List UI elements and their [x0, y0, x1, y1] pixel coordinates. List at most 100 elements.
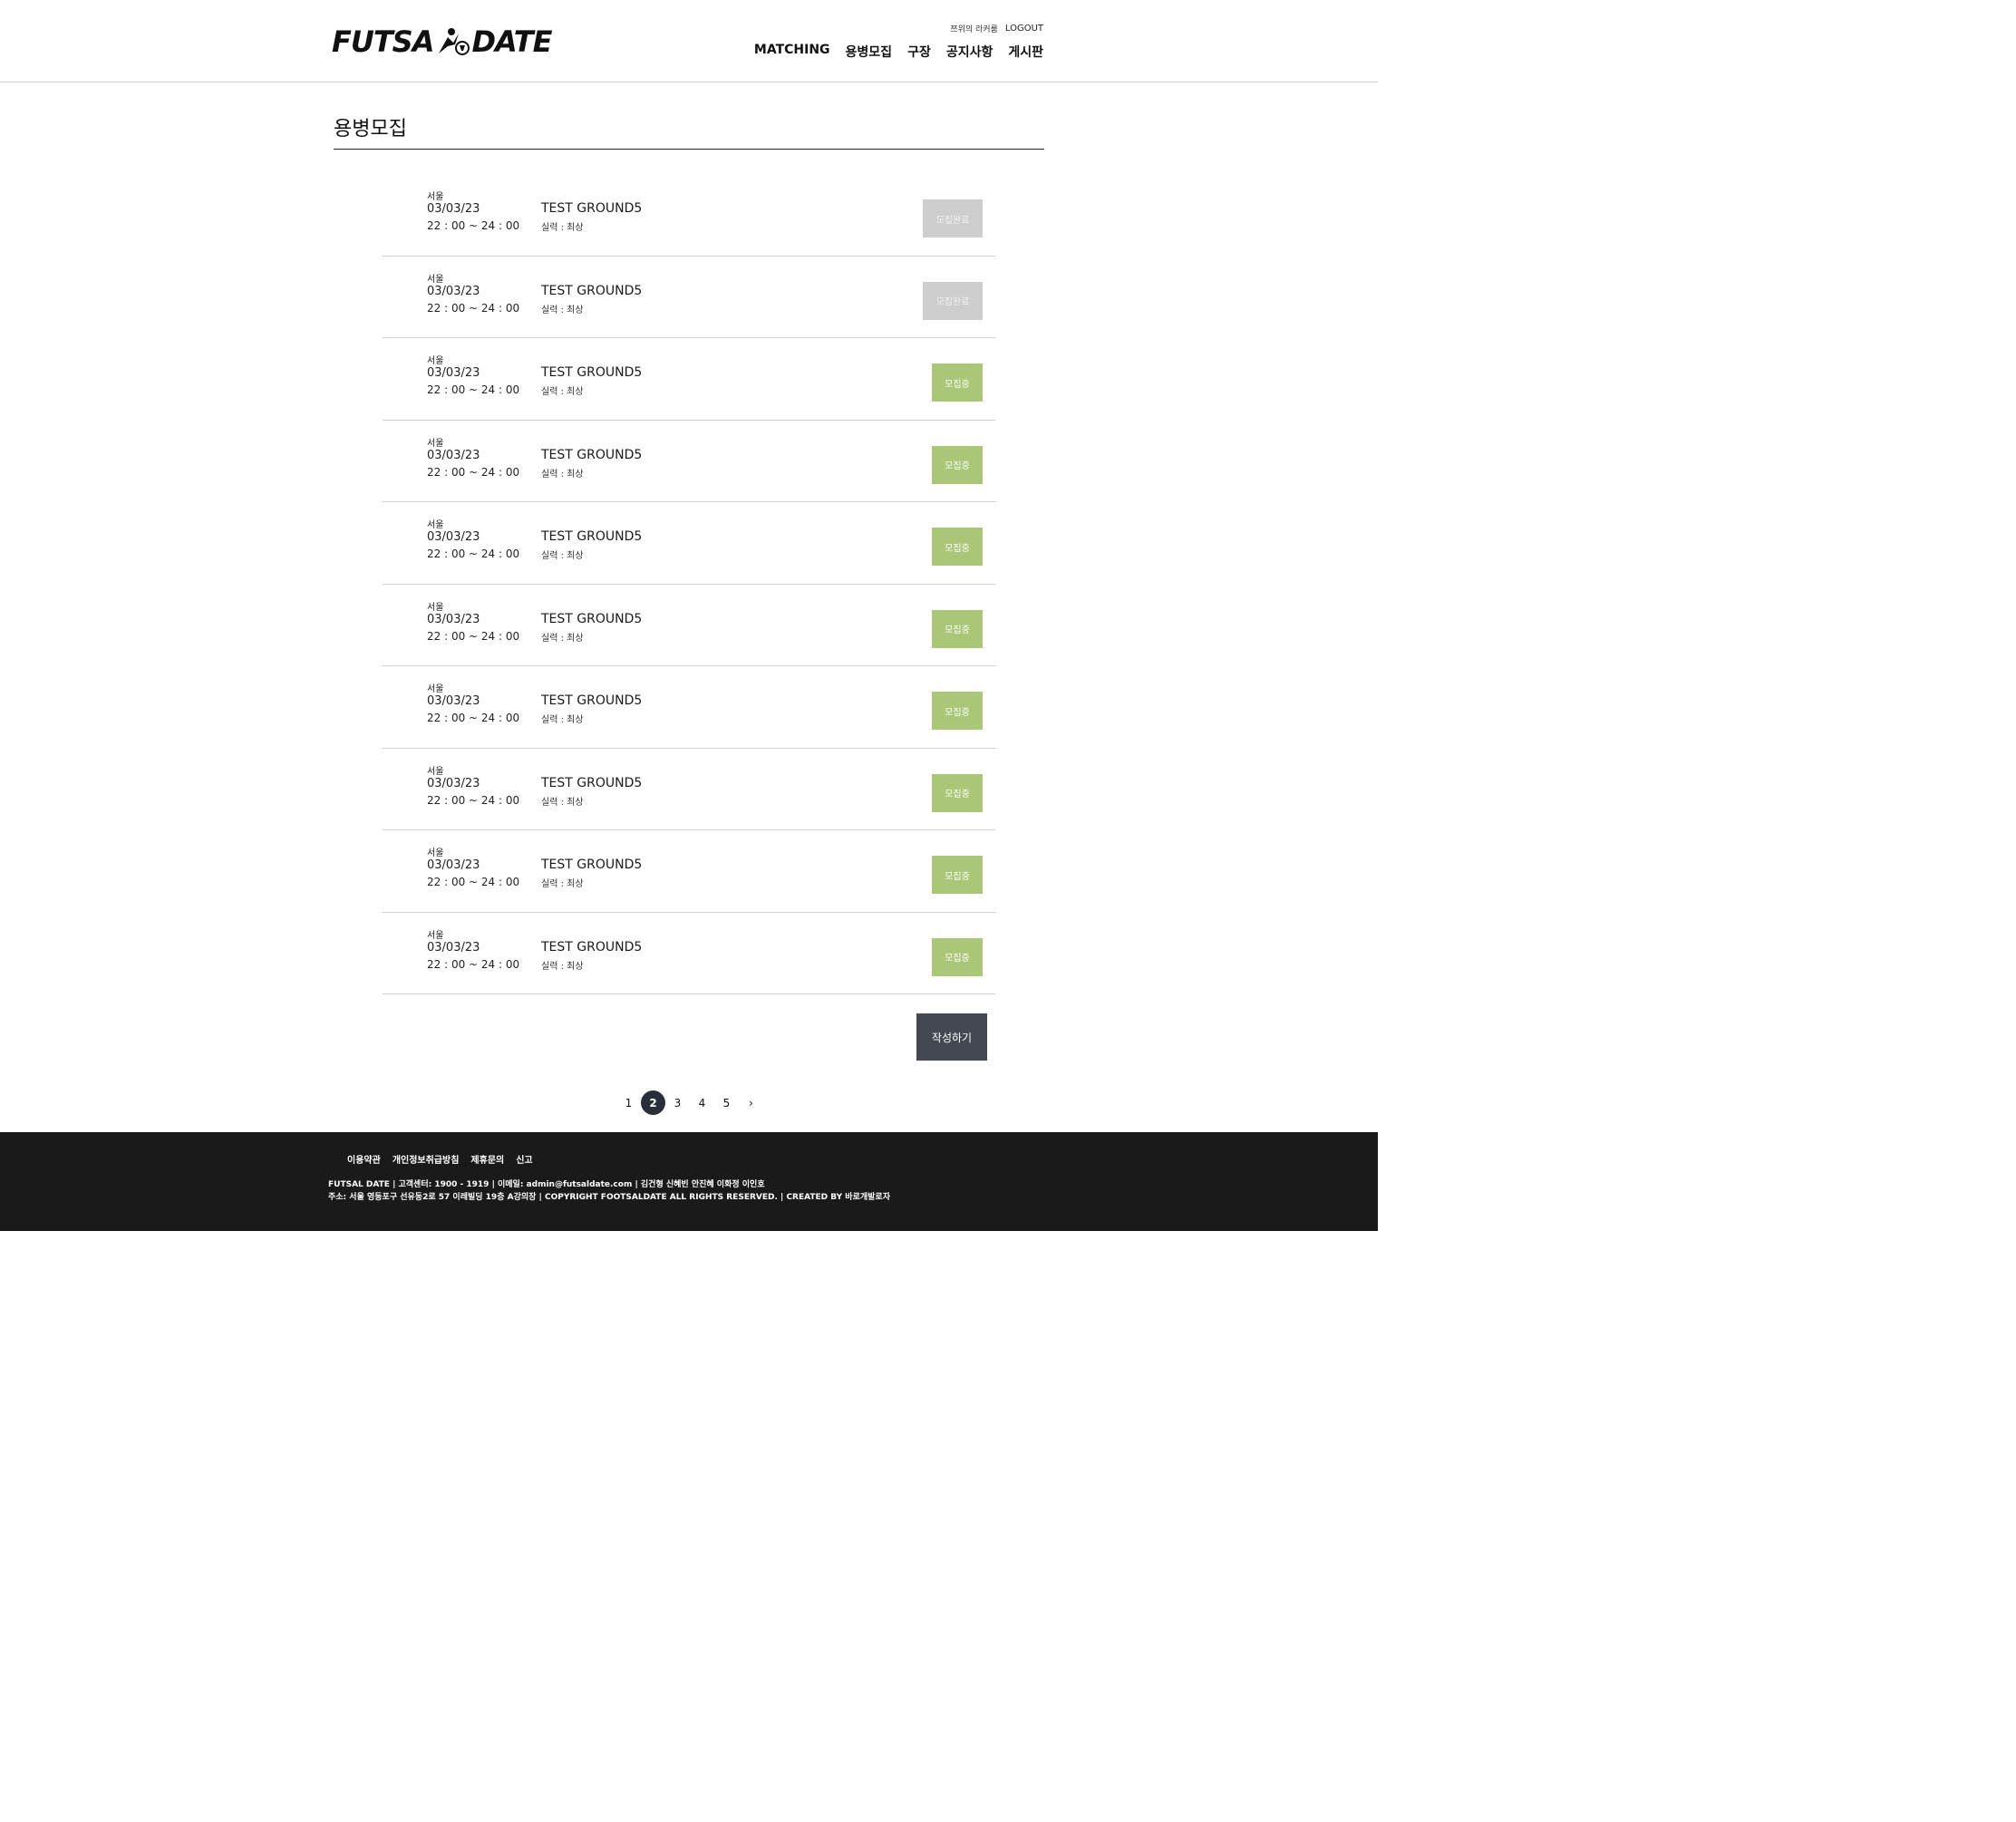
status-button[interactable]: 모집중 — [932, 692, 983, 730]
ground-name[interactable]: TEST GROUND5 — [541, 365, 642, 380]
logo-text-right: DATE — [471, 24, 552, 59]
list-item[interactable]: 서울 03/03/23 22 : 00 ~ 24 : 00 TEST GROUN… — [383, 913, 995, 994]
match-time: 22 : 00 ~ 24 : 00 — [427, 876, 520, 888]
status-button[interactable]: 모집중 — [932, 528, 983, 566]
skill-level: 실력 : 최상 — [541, 961, 584, 972]
list-item[interactable]: 서울 03/03/23 22 : 00 ~ 24 : 00 TEST GROUN… — [383, 257, 995, 338]
match-time: 22 : 00 ~ 24 : 00 — [427, 465, 520, 479]
site-logo[interactable]: FUTSA DATE — [332, 24, 552, 60]
footer-partnership-link[interactable]: 제휴문의 — [470, 1152, 504, 1166]
match-date: 03/03/23 — [427, 530, 480, 544]
main-nav: MATCHING 용병모집 구장 공지사항 게시판 — [754, 43, 1043, 61]
match-time: 22 : 00 ~ 24 : 00 — [427, 712, 520, 724]
page-link-5[interactable]: 5 — [714, 1090, 739, 1115]
region: 서울 — [427, 438, 444, 449]
skill-level: 실력 : 최상 — [541, 387, 584, 397]
skill-level: 실력 : 최상 — [541, 305, 584, 315]
status-button[interactable]: 모집중 — [932, 609, 983, 648]
status-button[interactable]: 모집중 — [932, 937, 983, 976]
utility-links: 쯔위의 라커룸 LOGOUT — [950, 23, 1043, 34]
skill-level: 실력 : 최상 — [541, 223, 584, 233]
region: 서울 — [427, 274, 444, 285]
page-title: 용병모집 — [334, 118, 407, 141]
match-date: 03/03/23 — [427, 694, 480, 708]
nav-stadium[interactable]: 구장 — [907, 43, 931, 61]
nav-board[interactable]: 게시판 — [1008, 43, 1043, 61]
page-link-4[interactable]: 4 — [690, 1090, 714, 1115]
list-item[interactable]: 서울 03/03/23 22 : 00 ~ 24 : 00 TEST GROUN… — [383, 749, 995, 830]
list-item[interactable]: 서울 03/03/23 22 : 00 ~ 24 : 00 TEST GROUN… — [383, 338, 995, 421]
ground-name[interactable]: TEST GROUND5 — [541, 858, 642, 872]
page-link-3[interactable]: 3 — [665, 1090, 690, 1115]
match-time: 22 : 00 ~ 24 : 00 — [427, 301, 520, 315]
footer-address: 주소: 서울 영등포구 선유동2로 57 이레빌딩 19층 A강의장 | COP… — [328, 1193, 890, 1202]
nav-matching[interactable]: MATCHING — [754, 43, 830, 61]
footer-privacy-link[interactable]: 개인정보취급방침 — [393, 1152, 460, 1166]
footer-company-info: FUTSAL DATE | 고객센터: 1900 - 1919 | 이메일: a… — [328, 1180, 765, 1189]
footer-links: 이용약관 개인정보취급방침 제휴문의 신고 — [347, 1152, 533, 1166]
skill-level: 실력 : 최상 — [541, 633, 584, 644]
skill-level: 실력 : 최상 — [541, 715, 584, 725]
mercenary-list: 서울 03/03/23 22 : 00 ~ 24 : 00 TEST GROUN… — [383, 174, 995, 994]
ground-name[interactable]: TEST GROUND5 — [541, 776, 642, 790]
match-date: 03/03/23 — [427, 366, 480, 380]
footer-report-link[interactable]: 신고 — [516, 1152, 532, 1166]
ground-name[interactable]: TEST GROUND5 — [541, 693, 642, 708]
pagination: 1 2 3 4 5 › — [616, 1090, 763, 1115]
logo-text-left: FUTSA — [332, 24, 434, 59]
region: 서울 — [427, 766, 444, 777]
my-locker-link[interactable]: 쯔위의 라커룸 — [950, 23, 998, 34]
list-item[interactable]: 서울 03/03/23 22 : 00 ~ 24 : 00 TEST GROUN… — [383, 666, 995, 749]
list-item[interactable]: 서울 03/03/23 22 : 00 ~ 24 : 00 TEST GROUN… — [383, 502, 995, 585]
list-item[interactable]: 서울 03/03/23 22 : 00 ~ 24 : 00 TEST GROUN… — [383, 174, 995, 257]
title-divider — [334, 149, 1044, 150]
region: 서울 — [427, 520, 444, 530]
skill-level: 실력 : 최상 — [541, 469, 584, 480]
match-time: 22 : 00 ~ 24 : 00 — [427, 548, 520, 560]
match-date: 03/03/23 — [427, 776, 480, 790]
soccer-player-icon — [439, 28, 470, 55]
status-button[interactable]: 모집중 — [932, 445, 983, 484]
footer-info: FUTSAL DATE | 고객센터: 1900 - 1919 | 이메일: a… — [328, 1178, 890, 1204]
page-link-2-current[interactable]: 2 — [641, 1090, 665, 1115]
region: 서울 — [427, 684, 444, 694]
match-time: 22 : 00 ~ 24 : 00 — [427, 629, 520, 643]
skill-level: 실력 : 최상 — [541, 551, 584, 561]
status-button[interactable]: 모집완료 — [923, 199, 983, 237]
match-date: 03/03/23 — [427, 448, 480, 462]
match-time: 22 : 00 ~ 24 : 00 — [427, 383, 520, 396]
ground-name[interactable]: TEST GROUND5 — [541, 529, 642, 544]
ground-name[interactable]: TEST GROUND5 — [541, 612, 642, 626]
ground-name[interactable]: TEST GROUND5 — [541, 940, 642, 955]
status-button[interactable]: 모집중 — [932, 363, 983, 402]
list-item[interactable]: 서울 03/03/23 22 : 00 ~ 24 : 00 TEST GROUN… — [383, 830, 995, 913]
logout-link[interactable]: LOGOUT — [1005, 24, 1043, 34]
match-time: 22 : 00 ~ 24 : 00 — [427, 793, 520, 807]
next-page-icon[interactable]: › — [739, 1090, 763, 1115]
region: 서울 — [427, 356, 444, 366]
match-date: 03/03/23 — [427, 284, 480, 298]
nav-notice[interactable]: 공지사항 — [946, 43, 993, 61]
status-button[interactable]: 모집완료 — [923, 281, 983, 320]
skill-level: 실력 : 최상 — [541, 879, 584, 889]
region: 서울 — [427, 848, 444, 858]
status-button[interactable]: 모집중 — [932, 856, 983, 894]
page-link-1[interactable]: 1 — [616, 1090, 641, 1115]
match-date: 03/03/23 — [427, 940, 480, 955]
ground-name[interactable]: TEST GROUND5 — [541, 284, 642, 298]
region: 서울 — [427, 930, 444, 941]
nav-mercenary[interactable]: 용병모집 — [846, 43, 893, 61]
site-footer: 이용약관 개인정보취급방침 제휴문의 신고 FUTSAL DATE | 고객센터… — [0, 1132, 1378, 1231]
ground-name[interactable]: TEST GROUND5 — [541, 201, 642, 216]
match-date: 03/03/23 — [427, 858, 480, 872]
list-item[interactable]: 서울 03/03/23 22 : 00 ~ 24 : 00 TEST GROUN… — [383, 585, 995, 666]
skill-level: 실력 : 최상 — [541, 797, 584, 808]
status-button[interactable]: 모집중 — [932, 773, 983, 812]
region: 서울 — [427, 192, 444, 202]
ground-name[interactable]: TEST GROUND5 — [541, 448, 642, 462]
region: 서울 — [427, 602, 444, 613]
footer-terms-link[interactable]: 이용약관 — [347, 1152, 381, 1166]
write-post-button[interactable]: 작성하기 — [916, 1013, 987, 1061]
site-header: FUTSA DATE 쯔위의 라커룸 LOGOUT MATCHING 용병모집 … — [0, 0, 1378, 82]
list-item[interactable]: 서울 03/03/23 22 : 00 ~ 24 : 00 TEST GROUN… — [383, 421, 995, 502]
